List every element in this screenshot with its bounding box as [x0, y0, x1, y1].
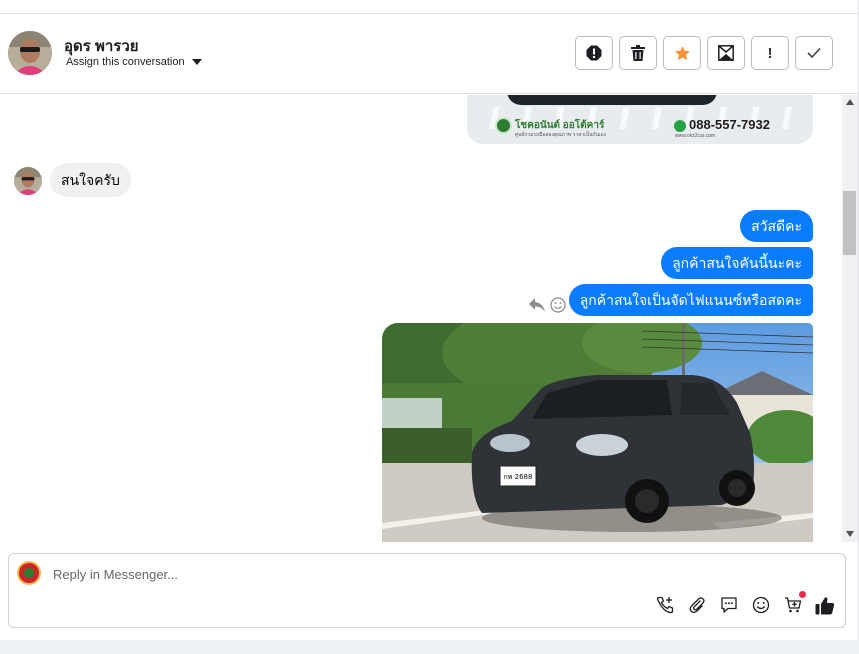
saved-reply-icon: [721, 597, 737, 613]
shop-cart-button[interactable]: [783, 591, 806, 615]
footer-strip: [0, 640, 859, 654]
emoji-button[interactable]: [751, 595, 771, 615]
mark-unread-icon: [718, 45, 734, 61]
dealer-website: www.okz2car.com: [675, 133, 716, 139]
reply-composer: [8, 553, 846, 628]
spam-icon: [586, 45, 602, 61]
mark-spam-button[interactable]: [575, 36, 613, 70]
sender-avatar[interactable]: [14, 167, 42, 195]
caret-down-icon: [191, 59, 202, 65]
mark-done-button[interactable]: [795, 36, 833, 70]
notification-dot: [799, 591, 806, 598]
emoji-reaction-icon[interactable]: [550, 297, 566, 313]
window-top-strip: [0, 0, 859, 14]
whatsapp-icon: [674, 120, 686, 132]
emoji-icon: [752, 596, 770, 614]
car-ad-image[interactable]: โชคอนันต์ ออโต้คาร์ ศูนย์รวมรถมือสองคุณภ…: [467, 95, 813, 144]
scroll-down-arrow-icon[interactable]: [846, 531, 854, 537]
attach-file-button[interactable]: [687, 595, 707, 615]
dealer-phone: 088-557-7932: [689, 117, 770, 132]
assign-conversation-dropdown[interactable]: Assign this conversation: [66, 56, 202, 68]
send-like-button[interactable]: [815, 595, 835, 615]
license-plate: กพ 2688: [504, 473, 533, 481]
scroll-up-arrow-icon[interactable]: [846, 99, 854, 105]
conversation-toolbar: !: [575, 36, 833, 70]
attachment-icon: [689, 597, 705, 614]
reply-input[interactable]: [53, 563, 613, 585]
star-icon: [674, 45, 690, 60]
trash-icon: [631, 45, 645, 61]
composer-area: [0, 542, 858, 640]
message-thread[interactable]: โชคอนันต์ ออโต้คาร์ ศูนย์รวมรถมือสองคุณภ…: [0, 95, 842, 542]
add-call-button[interactable]: [655, 595, 675, 615]
outgoing-message[interactable]: สวัสดีคะ: [740, 210, 813, 242]
composer-tools: [655, 591, 835, 615]
cart-icon: [785, 597, 802, 613]
car-photo-attachment[interactable]: กพ 2688: [382, 323, 813, 542]
incoming-message[interactable]: สนใจครับ: [50, 163, 131, 197]
follow-up-button[interactable]: !: [751, 36, 789, 70]
thread-scrollbar[interactable]: [842, 95, 858, 542]
star-button[interactable]: [663, 36, 701, 70]
scrollbar-thumb[interactable]: [843, 191, 856, 255]
contact-avatar[interactable]: [8, 31, 52, 75]
mark-unread-button[interactable]: [707, 36, 745, 70]
car-underside: [507, 95, 717, 105]
dealer-logo-icon: [495, 117, 512, 134]
thumbs-up-icon: [815, 596, 835, 614]
conversation-header: อุดร พารวย Assign this conversation !: [0, 14, 858, 94]
saved-replies-button[interactable]: [719, 595, 739, 615]
delete-button[interactable]: [619, 36, 657, 70]
outgoing-message[interactable]: ลูกค้าสนใจคันนี้นะคะ: [661, 247, 813, 279]
follow-up-icon: !: [767, 44, 773, 62]
reply-icon[interactable]: [528, 297, 546, 313]
add-call-icon: [656, 596, 674, 614]
assign-label: Assign this conversation: [66, 56, 185, 68]
contact-name: อุดร พารวย: [64, 38, 139, 55]
page-avatar: [17, 561, 41, 585]
done-check-icon: [807, 47, 821, 59]
outgoing-message[interactable]: ลูกค้าสนใจเป็นจัดไฟแนนซ์หรือสดคะ: [568, 284, 813, 316]
dealer-tagline: ศูนย์รวมรถมือสองคุณภาพ ราคาเป็นกันเอง: [515, 132, 607, 138]
